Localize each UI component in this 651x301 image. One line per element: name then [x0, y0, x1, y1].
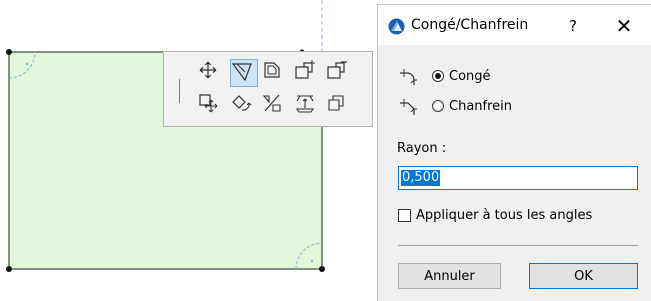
mirror-button[interactable] [262, 93, 290, 121]
elevate-icon [295, 95, 315, 113]
arc-center-bottom-right [310, 259, 314, 263]
add-to-polygon-icon [295, 60, 315, 79]
dialog-titlebar[interactable]: Congé/Chanfrein ? ✕ [378, 5, 651, 45]
pet-palette [163, 51, 373, 127]
ok-button[interactable]: OK [529, 263, 638, 289]
rotate-icon [232, 95, 252, 111]
chamfer-label: Chanfrein [449, 98, 513, 114]
chamfer-radio[interactable] [432, 100, 444, 112]
arc-center-top-left [25, 62, 29, 66]
cancel-button[interactable]: Annuler [398, 263, 501, 289]
node-bottom-left[interactable] [6, 266, 12, 272]
archicad-app-icon [388, 18, 405, 35]
fillet-label: Congé [449, 68, 491, 84]
add-to-polygon-button[interactable] [294, 60, 322, 88]
drag-copy-icon [199, 94, 218, 113]
apply-all-checkbox[interactable] [398, 208, 411, 222]
subtract-from-polygon-icon [327, 61, 347, 79]
chamfer-shape-icon [400, 99, 417, 115]
node-bottom-right[interactable] [319, 266, 325, 272]
help-button[interactable]: ? [561, 15, 585, 37]
drag-copy-button[interactable] [198, 93, 226, 121]
subtract-from-polygon-button[interactable] [326, 60, 354, 88]
rotate-button[interactable] [230, 93, 258, 121]
mirror-icon [262, 94, 281, 112]
dialog-title: Congé/Chanfrein [411, 17, 529, 33]
chamfer-option-row[interactable]: Chanfrein [398, 95, 512, 117]
move-button[interactable] [198, 60, 226, 88]
apply-all-row[interactable]: Appliquer à tous les angles [398, 206, 592, 224]
palette-separator [179, 79, 180, 103]
node-top-left[interactable] [6, 49, 12, 55]
elevate-button[interactable] [294, 93, 322, 121]
fillet-chamfer-dialog: Congé/Chanfrein ? ✕ Congé Chanfrein Rayo… [377, 4, 651, 301]
dialog-divider [398, 245, 638, 246]
fillet-chamfer-icon [231, 63, 252, 82]
canvas-drawing [6, 0, 325, 272]
radius-value: 0,500 [401, 170, 441, 186]
multiply-button[interactable] [326, 93, 354, 121]
fillet-radio[interactable] [432, 70, 444, 82]
apply-all-label: Appliquer à tous les angles [416, 207, 593, 223]
fillet-chamfer-button[interactable] [230, 59, 258, 87]
close-button[interactable]: ✕ [611, 13, 637, 39]
multiply-icon [328, 95, 344, 111]
offset-edge-button[interactable] [262, 60, 290, 88]
radius-label: Rayon : [397, 141, 447, 156]
offset-edge-icon [264, 62, 280, 78]
fillet-option-row[interactable]: Congé [398, 65, 491, 87]
move-icon [199, 61, 217, 79]
drawing-canvas[interactable] [0, 0, 375, 301]
fillet-shape-icon [400, 69, 417, 85]
radius-input[interactable]: 0,500 [398, 166, 638, 190]
